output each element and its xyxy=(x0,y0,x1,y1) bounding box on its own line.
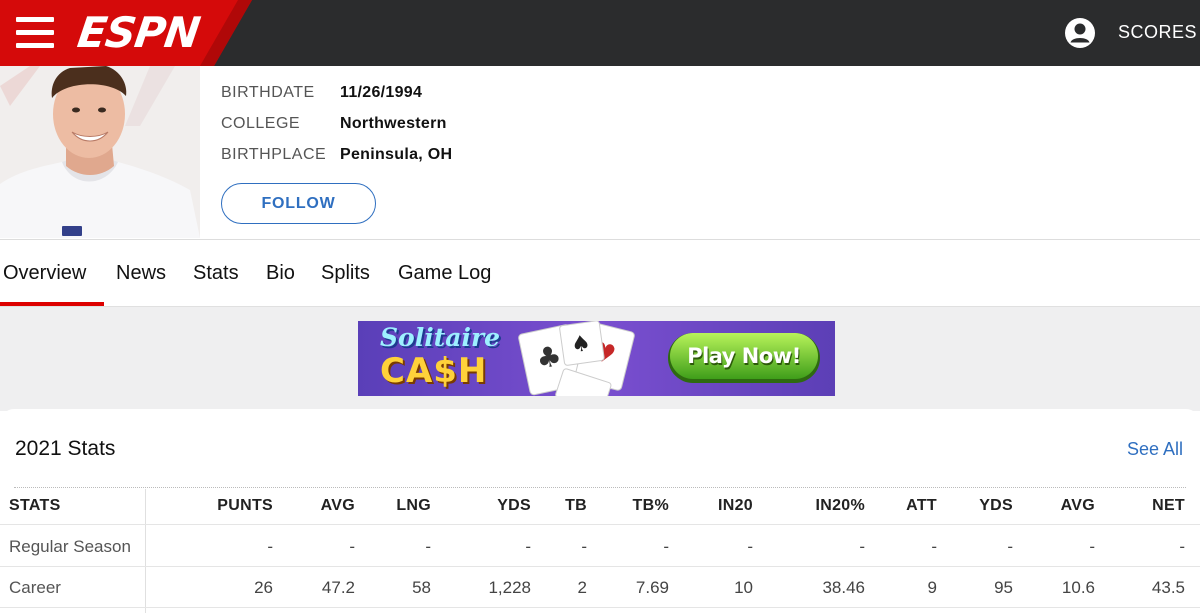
col-header-return-yds: YDS xyxy=(979,497,1013,514)
table-cell: - xyxy=(859,537,865,556)
tab-game-log[interactable]: Game Log xyxy=(398,262,491,285)
col-header-in20: IN20 xyxy=(718,497,753,514)
table-cell: - xyxy=(349,537,355,556)
col-header-tb-pct: TB% xyxy=(632,497,669,514)
tab-splits[interactable]: Splits xyxy=(321,262,370,285)
college-label: COLLEGE xyxy=(221,115,301,132)
follow-button[interactable]: FOLLOW xyxy=(221,183,376,224)
col-header-att: ATT xyxy=(906,497,937,514)
col-header-in20-pct: IN20% xyxy=(815,497,865,514)
table-cell: 58 xyxy=(412,578,431,597)
table-cell: - xyxy=(663,537,669,556)
col-header-yds: YDS xyxy=(497,497,531,514)
scores-link[interactable]: SCORES xyxy=(1118,22,1197,43)
col-header-net: NET xyxy=(1152,497,1185,514)
dotted-divider xyxy=(14,487,1186,488)
stats-card-title: 2021 Stats xyxy=(15,437,116,460)
table-cell: - xyxy=(1089,537,1095,556)
table-cell: 1,228 xyxy=(488,578,531,597)
tab-stats[interactable]: Stats xyxy=(193,262,239,285)
solitaire-cash-ad-banner[interactable]: ♣ ♥ ♠ Solitaire CA$H Play Now! xyxy=(358,321,835,396)
hamburger-menu-icon[interactable] xyxy=(16,17,54,49)
ad-play-now-button[interactable]: Play Now! xyxy=(670,333,818,379)
col-header-avg: AVG xyxy=(320,497,355,514)
col-header-return-avg: AVG xyxy=(1060,497,1095,514)
see-all-link[interactable]: See All xyxy=(1127,439,1183,460)
header-row-divider xyxy=(0,524,1200,525)
table-cell: 10 xyxy=(734,578,753,597)
col-header-tb: TB xyxy=(565,497,587,514)
top-navigation-bar: ESPN SCORES xyxy=(0,0,1200,66)
table-cell: 7.69 xyxy=(635,578,669,597)
table-cell: 10.6 xyxy=(1061,578,1095,597)
birthdate-value: 11/26/1994 xyxy=(340,84,423,101)
table-cell: - xyxy=(425,537,431,556)
ad-title-line1: Solitaire xyxy=(380,323,501,352)
ad-title-line2: CA$H xyxy=(380,351,488,391)
table-cell: - xyxy=(525,537,531,556)
espn-logo[interactable]: ESPN xyxy=(75,8,203,57)
table-cell: - xyxy=(931,537,937,556)
tab-news[interactable]: News xyxy=(116,262,166,285)
svg-text:♠: ♠ xyxy=(569,331,592,359)
table-cell: 47.2 xyxy=(321,578,355,597)
table-cell: - xyxy=(267,537,273,556)
user-account-icon[interactable] xyxy=(1064,17,1096,49)
table-cell: 38.46 xyxy=(822,578,865,597)
row-divider xyxy=(0,607,1200,608)
table-cell: - xyxy=(747,537,753,556)
tab-overview[interactable]: Overview xyxy=(3,262,86,285)
tab-bio[interactable]: Bio xyxy=(266,262,295,285)
brand-block: ESPN xyxy=(0,0,252,66)
row-label-career: Career xyxy=(9,578,61,597)
col-header-punts: PUNTS xyxy=(217,497,273,514)
table-cell: - xyxy=(1007,537,1013,556)
table-cell: 26 xyxy=(254,578,273,597)
table-cell: - xyxy=(581,537,587,556)
col-header-lng: LNG xyxy=(396,497,431,514)
college-value: Northwestern xyxy=(340,115,447,132)
table-cell: 2 xyxy=(577,578,587,597)
birthdate-label: BIRTHDATE xyxy=(221,84,315,101)
player-headshot xyxy=(0,66,200,238)
stats-card xyxy=(0,409,1200,613)
row-divider xyxy=(0,566,1200,567)
col-header-stats: STATS xyxy=(9,497,61,514)
table-cell: 95 xyxy=(994,578,1013,597)
row-label-regular-season: Regular Season xyxy=(9,537,131,556)
birthplace-value: Peninsula, OH xyxy=(340,146,453,163)
table-cell: 9 xyxy=(927,578,937,597)
header-divider xyxy=(0,239,1200,240)
table-cell: 43.5 xyxy=(1151,578,1185,597)
column-separator xyxy=(145,489,146,613)
table-cell: - xyxy=(1179,537,1185,556)
birthplace-label: BIRTHPLACE xyxy=(221,146,327,163)
